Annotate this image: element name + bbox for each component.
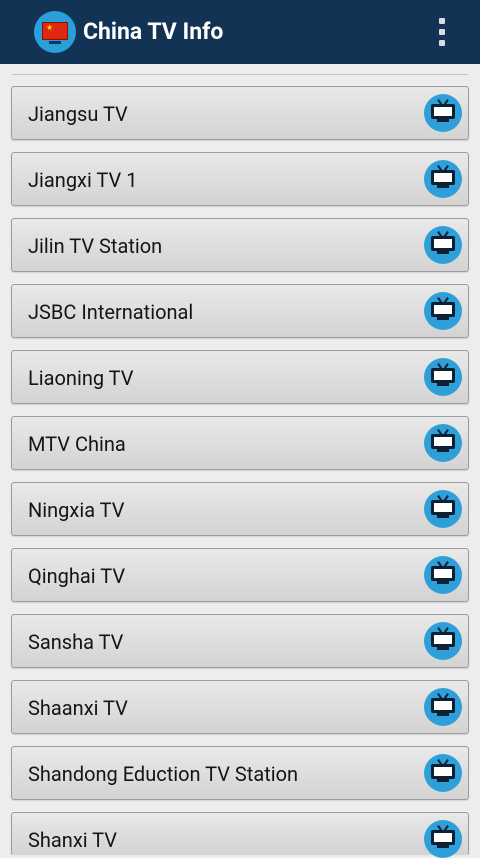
channel-item[interactable]: JSBC International <box>11 284 469 338</box>
channel-item[interactable]: Qinghai TV <box>11 548 469 602</box>
tv-icon[interactable] <box>424 556 462 594</box>
channel-label: Ningxia TV <box>28 498 125 522</box>
china-flag-tv-icon: ★ <box>34 11 76 53</box>
tv-icon[interactable] <box>424 688 462 726</box>
tv-icon[interactable] <box>424 358 462 396</box>
tv-icon[interactable] <box>424 292 462 330</box>
channel-item[interactable]: MTV China <box>11 416 469 470</box>
tv-icon[interactable] <box>424 490 462 528</box>
channel-item[interactable]: Shaanxi TV <box>11 680 469 734</box>
list-divider <box>12 74 468 75</box>
channel-label: Sansha TV <box>28 630 124 654</box>
tv-icon[interactable] <box>424 160 462 198</box>
tv-icon[interactable] <box>424 94 462 132</box>
app-bar: ★ China TV Info <box>0 0 480 64</box>
channel-item[interactable]: Sansha TV <box>11 614 469 668</box>
channel-label: Jilin TV Station <box>28 234 163 258</box>
tv-icon[interactable] <box>424 424 462 462</box>
channel-item[interactable]: Jiangxi TV 1 <box>11 152 469 206</box>
channel-label: JSBC International <box>28 300 194 324</box>
channel-item[interactable]: Jiangsu TV <box>11 86 469 140</box>
overflow-menu-icon[interactable] <box>430 16 454 48</box>
app-title: China TV Info <box>83 18 224 45</box>
channel-label: Shanxi TV <box>28 828 117 852</box>
tv-icon[interactable] <box>424 226 462 264</box>
tv-icon[interactable] <box>424 622 462 660</box>
channel-label: Shandong Eduction TV Station <box>28 762 299 786</box>
channel-item[interactable]: Shanxi TV <box>11 812 469 858</box>
tv-icon[interactable] <box>424 754 462 792</box>
channel-label: Shaanxi TV <box>28 696 128 720</box>
tv-icon[interactable] <box>424 820 462 858</box>
channel-item[interactable]: Shandong Eduction TV Station <box>11 746 469 800</box>
channel-label: Jiangsu TV <box>28 102 128 126</box>
channel-label: Qinghai TV <box>28 564 126 588</box>
channel-item[interactable]: Liaoning TV <box>11 350 469 404</box>
channel-label: Liaoning TV <box>28 366 134 390</box>
channel-item[interactable]: Ningxia TV <box>11 482 469 536</box>
channel-label: MTV China <box>28 432 126 456</box>
channel-item[interactable]: Jilin TV Station <box>11 218 469 272</box>
channel-label: Jiangxi TV 1 <box>28 168 138 192</box>
